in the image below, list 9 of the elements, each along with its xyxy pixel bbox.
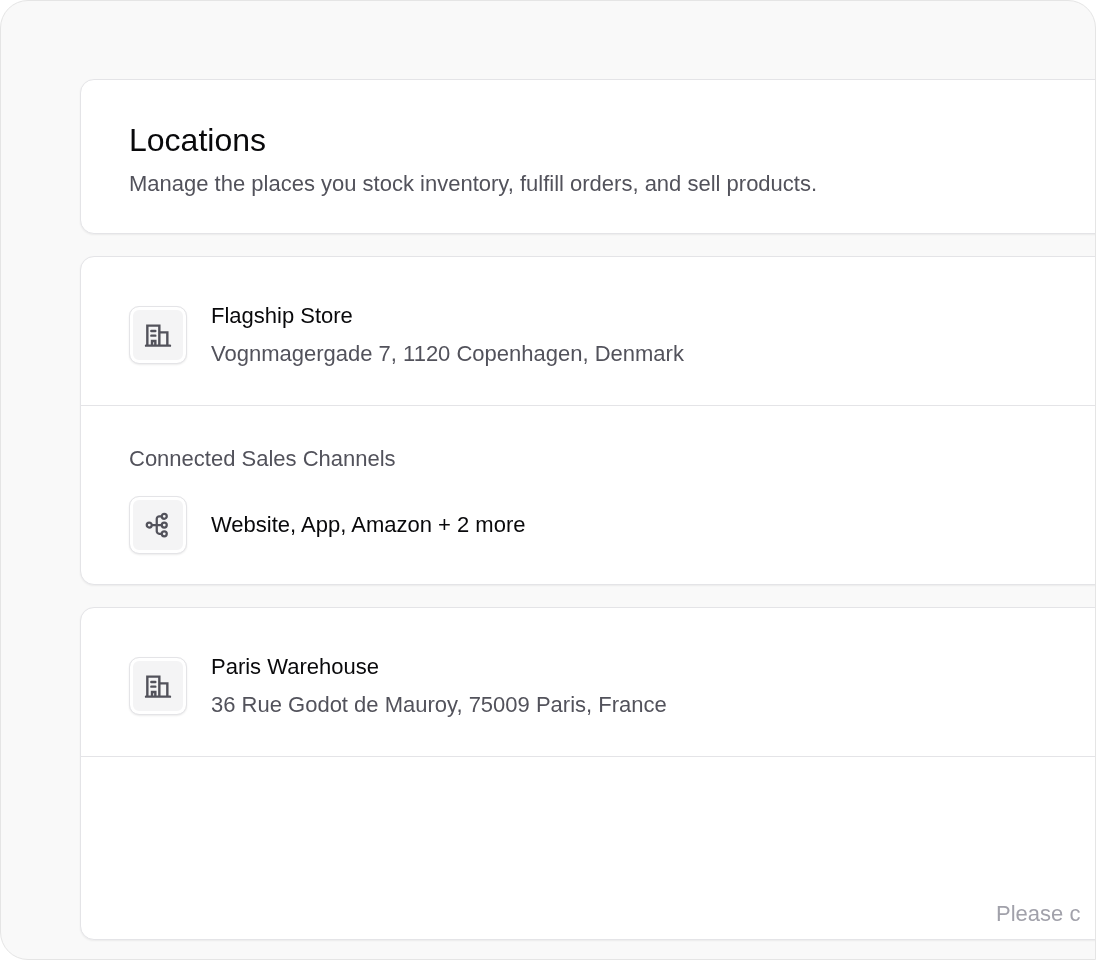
footer-note: Please c — [996, 901, 1081, 927]
location-address: Vognmagergade 7, 1120 Copenhagen, Denmark — [211, 341, 684, 367]
location-address: 36 Rue Godot de Mauroy, 75009 Paris, France — [211, 692, 667, 718]
page-title: Locations — [129, 122, 267, 159]
page-description: Manage the places you stock inventory, fulfill orders, and sell products. — [129, 171, 819, 197]
section-label: Connected Sales Channels — [129, 446, 397, 472]
sales-channels-list: Website, App, Amazon + 2 more — [211, 512, 526, 538]
location-name: Flagship Store — [211, 303, 354, 329]
location-name: Paris Warehouse — [211, 654, 380, 680]
